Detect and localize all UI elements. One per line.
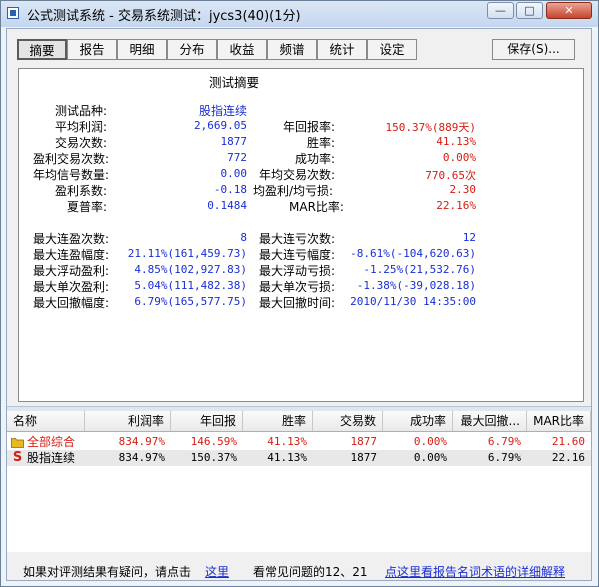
row-mar: 22.16	[551, 451, 585, 464]
sharpe-value: 0.1484	[207, 199, 247, 212]
row-success: 0.00%	[413, 435, 447, 448]
annual-trades-value: 770.65次	[425, 169, 476, 182]
maximize-button[interactable]: □	[516, 2, 543, 19]
win-rate-label: 胜率:	[307, 136, 336, 150]
window: 公式测试系统 - 交易系统测试：jycs3(40)(1分) — □ ✕ 摘要 报…	[0, 0, 599, 587]
glossary-link[interactable]: 点这里看报告名词术语的详细解释	[385, 563, 565, 580]
max-single-profit-value: 5.04%(111,482.38)	[134, 279, 247, 292]
mar-ratio-label: MAR比率:	[289, 200, 344, 214]
row-annual: 150.37%	[190, 451, 237, 464]
col-success-header[interactable]: 成功率	[383, 411, 453, 431]
window-title: 公式测试系统 - 交易系统测试：jycs3(40)(1分)	[27, 9, 301, 24]
col-annual-header[interactable]: 年回报	[171, 411, 243, 431]
col-profit-header[interactable]: 利润率	[85, 411, 171, 431]
tab-settings[interactable]: 设定	[367, 39, 417, 60]
avg-profit-value: 2,669.05	[194, 119, 247, 132]
annual-trades-label: 年均交易次数:	[259, 168, 336, 182]
table-header: 名称 利润率 年回报 胜率 交易数 成功率 最大回撤... MAR比率	[7, 411, 591, 432]
tab-statistics[interactable]: 统计	[317, 39, 367, 60]
col-drawdown-header[interactable]: 最大回撤...	[453, 411, 527, 431]
mar-ratio-value: 22.16%	[436, 199, 476, 212]
tab-summary[interactable]: 摘要	[17, 39, 67, 60]
here-link[interactable]: 这里	[205, 563, 229, 580]
tab-spectrum[interactable]: 频谱	[267, 39, 317, 60]
row-trades: 1877	[350, 435, 378, 448]
success-rate-label: 成功率:	[295, 152, 336, 166]
max-loss-streak-value: 12	[462, 231, 476, 244]
row-drawdown: 6.79%	[487, 435, 521, 448]
max-win-streak-label: 最大连盈次数:	[33, 232, 110, 246]
win-trades-value: 772	[227, 151, 247, 164]
max-float-loss-label: 最大浮动亏损:	[259, 264, 336, 278]
avg-win-loss-value: 2.30	[449, 183, 477, 196]
faq-text: 看常见问题的12、21	[253, 565, 368, 579]
tab-distribution[interactable]: 分布	[167, 39, 217, 60]
table-row[interactable]: 全部综合 834.97% 146.59% 41.13% 1877 0.00% 6…	[7, 434, 591, 450]
max-single-loss-value: -1.38%(-39,028.18)	[356, 279, 476, 292]
max-float-profit-value: 4.85%(102,927.83)	[134, 263, 247, 276]
variety-label: 测试品种:	[55, 104, 108, 118]
footer-bar: 如果对评测结果有疑问，请点击 这里 看常见问题的12、21 点这里看报告名词术语…	[7, 554, 591, 580]
max-loss-run-value: -8.61%(-104,620.63)	[350, 247, 476, 260]
profit-factor-label: 盈利系数:	[55, 184, 108, 198]
row-win: 41.13%	[267, 451, 307, 464]
row-annual: 146.59%	[190, 435, 237, 448]
row-mar: 21.60	[551, 435, 585, 448]
sharpe-label: 夏普率:	[67, 200, 108, 214]
annual-return-value: 150.37%(889天)	[385, 121, 476, 134]
close-button[interactable]: ✕	[546, 2, 592, 19]
max-loss-streak-label: 最大连亏次数:	[259, 232, 336, 246]
row-drawdown: 6.79%	[487, 451, 521, 464]
summary-title: 测试摘要	[209, 75, 260, 90]
max-win-streak-value: 8	[240, 231, 247, 244]
max-single-loss-label: 最大单次亏损:	[259, 280, 336, 294]
max-drawdown-value: 6.79%(165,577.75)	[134, 295, 247, 308]
row-success: 0.00%	[413, 451, 447, 464]
col-win-header[interactable]: 胜率	[243, 411, 313, 431]
trade-count-value: 1877	[220, 135, 248, 148]
title-bar[interactable]: 公式测试系统 - 交易系统测试：jycs3(40)(1分) — □ ✕	[1, 1, 598, 27]
win-trades-label: 盈利交易次数:	[33, 152, 110, 166]
annual-signals-label: 年均信号数量:	[33, 168, 110, 182]
minimize-button[interactable]: —	[487, 2, 514, 19]
row-profit: 834.97%	[118, 451, 165, 464]
row-win: 41.13%	[267, 435, 307, 448]
row-name: 股指连续	[27, 451, 76, 465]
max-drawdown-time-value: 2010/11/30 14:35:00	[350, 295, 476, 308]
table-row[interactable]: S 股指连续 834.97% 150.37% 41.13% 1877 0.00%…	[7, 450, 591, 466]
row-name: 全部综合	[27, 435, 76, 449]
col-mar-header[interactable]: MAR比率	[527, 411, 591, 431]
max-drawdown-time-label: 最大回撤时间:	[259, 296, 336, 310]
variety-value: 股指连续	[199, 104, 248, 118]
avg-win-loss-label: 均盈利/均亏损:	[253, 184, 334, 198]
max-win-run-value: 21.11%(161,459.73)	[127, 247, 247, 260]
save-button[interactable]: 保存(S)...	[492, 39, 575, 60]
avg-profit-label: 平均利润:	[55, 120, 108, 134]
summary-panel: 测试摘要 测试品种: 股指连续 平均利润: 2,669.05 交易次数: 187…	[18, 68, 584, 402]
client-area: 摘要 报告 明细 分布 收益 频谱 统计 设定 保存(S)... 测试摘要 测试…	[6, 28, 592, 581]
results-table: 名称 利润率 年回报 胜率 交易数 成功率 最大回撤... MAR比率 全部综合…	[7, 411, 591, 552]
max-float-loss-value: -1.25%(21,532.76)	[363, 263, 476, 276]
profit-factor-value: -0.18	[213, 183, 247, 196]
max-drawdown-label: 最大回撤幅度:	[33, 296, 110, 310]
max-win-run-label: 最大连盈幅度:	[33, 248, 110, 262]
col-name-header[interactable]: 名称	[7, 411, 85, 431]
tab-report[interactable]: 报告	[67, 39, 117, 60]
tab-detail[interactable]: 明细	[117, 39, 167, 60]
annual-signals-value: 0.00	[220, 167, 248, 180]
row-profit: 834.97%	[118, 435, 165, 448]
max-float-profit-label: 最大浮动盈利:	[33, 264, 110, 278]
success-rate-value: 0.00%	[442, 151, 476, 164]
max-loss-run-label: 最大连亏幅度:	[259, 248, 336, 262]
row-trades: 1877	[350, 451, 378, 464]
annual-return-label: 年回报率:	[283, 120, 336, 134]
col-trades-header[interactable]: 交易数	[313, 411, 383, 431]
max-single-profit-label: 最大单次盈利:	[33, 280, 110, 294]
app-icon	[7, 7, 19, 19]
question-text: 如果对评测结果有疑问，请点击	[23, 565, 192, 579]
trade-count-label: 交易次数:	[55, 136, 108, 150]
tab-returns[interactable]: 收益	[217, 39, 267, 60]
win-rate-value: 41.13%	[436, 135, 476, 148]
